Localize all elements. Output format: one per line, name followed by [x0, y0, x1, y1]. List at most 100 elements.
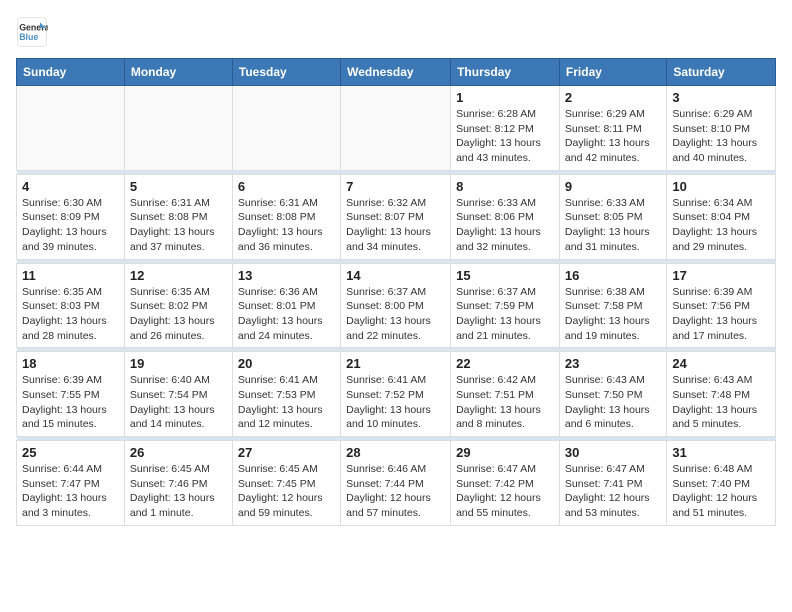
day-cell: 30Sunrise: 6:47 AM Sunset: 7:41 PM Dayli… [559, 441, 666, 526]
day-cell: 31 Sunrise: 6:48 AM Sunset: 7:40 PM Dayli… [667, 441, 776, 526]
day-number: 16 [565, 268, 661, 283]
day-cell: 12Sunrise: 6:35 AM Sunset: 8:02 PM Dayli… [124, 263, 232, 348]
day-info: Sunrise: 6:33 AM Sunset: 8:06 PM Dayligh… [456, 196, 554, 255]
day-info: Sunrise: 6:29 AM Sunset: 8:10 PM Dayligh… [672, 107, 770, 166]
day-number: 14 [346, 268, 445, 283]
day-cell: 7 Sunrise: 6:32 AM Sunset: 8:07 PM Daylig… [341, 174, 451, 259]
day-number: 20 [238, 356, 335, 371]
col-header-monday: Monday [124, 59, 232, 86]
day-cell: 18Sunrise: 6:39 AM Sunset: 7:55 PM Dayli… [17, 352, 125, 437]
day-cell: 3 Sunrise: 6:29 AM Sunset: 8:10 PM Daylig… [667, 86, 776, 171]
day-info: Sunrise: 6:31 AM Sunset: 8:08 PM Dayligh… [130, 196, 227, 255]
day-cell: 2 Sunrise: 6:29 AM Sunset: 8:11 PM Daylig… [559, 86, 666, 171]
day-info: Sunrise: 6:37 AM Sunset: 7:59 PM Dayligh… [456, 285, 554, 344]
week-row-4: 18Sunrise: 6:39 AM Sunset: 7:55 PM Dayli… [17, 352, 776, 437]
day-number: 23 [565, 356, 661, 371]
day-number: 5 [130, 179, 227, 194]
day-info: Sunrise: 6:37 AM Sunset: 8:00 PM Dayligh… [346, 285, 445, 344]
day-info: Sunrise: 6:47 AM Sunset: 7:41 PM Dayligh… [565, 462, 661, 521]
day-cell: 4Sunrise: 6:30 AM Sunset: 8:09 PM Daylig… [17, 174, 125, 259]
col-header-sunday: Sunday [17, 59, 125, 86]
day-info: Sunrise: 6:45 AM Sunset: 7:45 PM Dayligh… [238, 462, 335, 521]
week-row-3: 11 Sunrise: 6:35 AM Sunset: 8:03 PM Dayli… [17, 263, 776, 348]
col-header-wednesday: Wednesday [341, 59, 451, 86]
day-cell: 22 Sunrise: 6:42 AM Sunset: 7:51 PM Dayli… [451, 352, 560, 437]
day-info: Sunrise: 6:40 AM Sunset: 7:54 PM Dayligh… [130, 373, 227, 432]
day-cell: 16 Sunrise: 6:38 AM Sunset: 7:58 PM Dayli… [559, 263, 666, 348]
day-cell: 24Sunrise: 6:43 AM Sunset: 7:48 PM Dayli… [667, 352, 776, 437]
day-number: 18 [22, 356, 119, 371]
calendar-table: SundayMondayTuesdayWednesdayThursdayFrid… [16, 58, 776, 526]
day-number: 3 [672, 90, 770, 105]
day-info: Sunrise: 6:48 AM Sunset: 7:40 PM Dayligh… [672, 462, 770, 521]
day-number: 9 [565, 179, 661, 194]
logo-icon: General Blue [16, 16, 48, 48]
day-info: Sunrise: 6:35 AM Sunset: 8:02 PM Dayligh… [130, 285, 227, 344]
day-info: Sunrise: 6:38 AM Sunset: 7:58 PM Dayligh… [565, 285, 661, 344]
day-number: 8 [456, 179, 554, 194]
day-cell [124, 86, 232, 171]
day-number: 13 [238, 268, 335, 283]
day-number: 4 [22, 179, 119, 194]
day-info: Sunrise: 6:43 AM Sunset: 7:48 PM Dayligh… [672, 373, 770, 432]
day-cell: 10 Sunrise: 6:34 AM Sunset: 8:04 PM Dayli… [667, 174, 776, 259]
day-number: 11 [22, 268, 119, 283]
day-info: Sunrise: 6:34 AM Sunset: 8:04 PM Dayligh… [672, 196, 770, 255]
day-info: Sunrise: 6:46 AM Sunset: 7:44 PM Dayligh… [346, 462, 445, 521]
logo: General Blue [16, 16, 52, 48]
day-number: 15 [456, 268, 554, 283]
svg-text:Blue: Blue [19, 32, 38, 42]
day-cell: 1 Sunrise: 6:28 AM Sunset: 8:12 PM Daylig… [451, 86, 560, 171]
day-cell: 20 Sunrise: 6:41 AM Sunset: 7:53 PM Dayli… [232, 352, 340, 437]
day-number: 1 [456, 90, 554, 105]
day-info: Sunrise: 6:33 AM Sunset: 8:05 PM Dayligh… [565, 196, 661, 255]
day-info: Sunrise: 6:44 AM Sunset: 7:47 PM Dayligh… [22, 462, 119, 521]
day-cell [232, 86, 340, 171]
day-cell: 13Sunrise: 6:36 AM Sunset: 8:01 PM Dayli… [232, 263, 340, 348]
col-header-friday: Friday [559, 59, 666, 86]
day-number: 26 [130, 445, 227, 460]
week-row-2: 4Sunrise: 6:30 AM Sunset: 8:09 PM Daylig… [17, 174, 776, 259]
day-cell: 29 Sunrise: 6:47 AM Sunset: 7:42 PM Dayli… [451, 441, 560, 526]
day-info: Sunrise: 6:43 AM Sunset: 7:50 PM Dayligh… [565, 373, 661, 432]
page-header: General Blue [16, 16, 776, 48]
day-number: 29 [456, 445, 554, 460]
day-cell: 9 Sunrise: 6:33 AM Sunset: 8:05 PM Daylig… [559, 174, 666, 259]
col-header-saturday: Saturday [667, 59, 776, 86]
day-number: 22 [456, 356, 554, 371]
day-number: 6 [238, 179, 335, 194]
day-cell [341, 86, 451, 171]
day-cell: 26 Sunrise: 6:45 AM Sunset: 7:46 PM Dayli… [124, 441, 232, 526]
day-number: 10 [672, 179, 770, 194]
day-info: Sunrise: 6:29 AM Sunset: 8:11 PM Dayligh… [565, 107, 661, 166]
week-row-1: 1 Sunrise: 6:28 AM Sunset: 8:12 PM Daylig… [17, 86, 776, 171]
day-cell: 23 Sunrise: 6:43 AM Sunset: 7:50 PM Dayli… [559, 352, 666, 437]
day-cell: 21 Sunrise: 6:41 AM Sunset: 7:52 PM Dayli… [341, 352, 451, 437]
day-info: Sunrise: 6:35 AM Sunset: 8:03 PM Dayligh… [22, 285, 119, 344]
day-info: Sunrise: 6:31 AM Sunset: 8:08 PM Dayligh… [238, 196, 335, 255]
day-cell: 6 Sunrise: 6:31 AM Sunset: 8:08 PM Daylig… [232, 174, 340, 259]
day-number: 31 [672, 445, 770, 460]
day-number: 17 [672, 268, 770, 283]
week-row-5: 25 Sunrise: 6:44 AM Sunset: 7:47 PM Dayli… [17, 441, 776, 526]
day-cell [17, 86, 125, 171]
day-number: 19 [130, 356, 227, 371]
col-header-thursday: Thursday [451, 59, 560, 86]
day-info: Sunrise: 6:28 AM Sunset: 8:12 PM Dayligh… [456, 107, 554, 166]
day-cell: 25 Sunrise: 6:44 AM Sunset: 7:47 PM Dayli… [17, 441, 125, 526]
day-info: Sunrise: 6:41 AM Sunset: 7:53 PM Dayligh… [238, 373, 335, 432]
day-number: 21 [346, 356, 445, 371]
day-info: Sunrise: 6:42 AM Sunset: 7:51 PM Dayligh… [456, 373, 554, 432]
day-number: 2 [565, 90, 661, 105]
day-info: Sunrise: 6:45 AM Sunset: 7:46 PM Dayligh… [130, 462, 227, 521]
day-cell: 17Sunrise: 6:39 AM Sunset: 7:56 PM Dayli… [667, 263, 776, 348]
day-cell: 15 Sunrise: 6:37 AM Sunset: 7:59 PM Dayli… [451, 263, 560, 348]
day-cell: 14 Sunrise: 6:37 AM Sunset: 8:00 PM Dayli… [341, 263, 451, 348]
day-number: 28 [346, 445, 445, 460]
day-info: Sunrise: 6:32 AM Sunset: 8:07 PM Dayligh… [346, 196, 445, 255]
day-number: 7 [346, 179, 445, 194]
day-number: 25 [22, 445, 119, 460]
day-info: Sunrise: 6:41 AM Sunset: 7:52 PM Dayligh… [346, 373, 445, 432]
day-info: Sunrise: 6:47 AM Sunset: 7:42 PM Dayligh… [456, 462, 554, 521]
day-cell: 8 Sunrise: 6:33 AM Sunset: 8:06 PM Daylig… [451, 174, 560, 259]
